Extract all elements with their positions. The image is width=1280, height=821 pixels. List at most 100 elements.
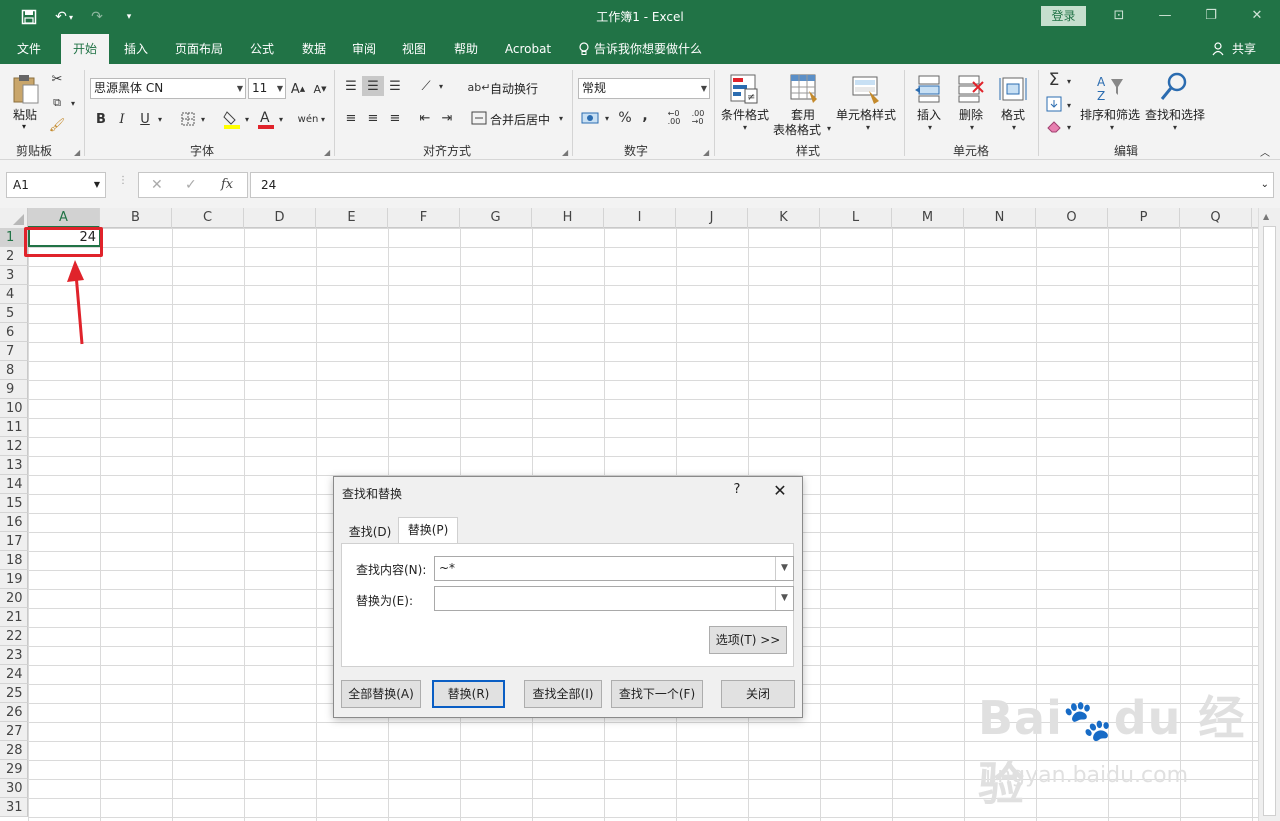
font-color-icon[interactable]: A xyxy=(256,108,276,130)
formula-input[interactable]: 24 ⌄ xyxy=(250,172,1274,198)
column-header-f[interactable]: F xyxy=(388,208,460,228)
find-dropdown-icon[interactable]: ▾ xyxy=(1170,122,1180,132)
row-header-9[interactable]: 9 xyxy=(0,380,28,399)
fill-down-dropdown-icon[interactable]: ▾ xyxy=(1064,96,1074,114)
decrease-decimal-icon[interactable]: .00 →0 xyxy=(688,108,708,128)
chevron-down-icon[interactable]: ▼ xyxy=(775,587,793,610)
tab-help[interactable]: 帮助 xyxy=(446,34,486,64)
underline-button[interactable]: U xyxy=(137,110,153,128)
find-next-button[interactable]: 查找下一个(F) xyxy=(611,680,703,708)
name-box[interactable]: A1 ▼ xyxy=(6,172,106,198)
delete-button[interactable]: 删除 xyxy=(959,106,983,123)
tab-data[interactable]: 数据 xyxy=(294,34,334,64)
sort-dropdown-icon[interactable]: ▾ xyxy=(1107,122,1117,132)
conditional-dropdown-icon[interactable]: ▾ xyxy=(740,122,750,132)
row-header-11[interactable]: 11 xyxy=(0,418,28,437)
format-button[interactable]: 格式 xyxy=(1001,106,1025,123)
format-cells-icon[interactable] xyxy=(998,72,1028,106)
font-size-select[interactable]: 11 ▼ xyxy=(248,78,286,99)
row-header-5[interactable]: 5 xyxy=(0,304,28,323)
replace-all-button[interactable]: 全部替换(A) xyxy=(341,680,421,708)
format-dropdown-icon[interactable]: ▾ xyxy=(1009,122,1019,132)
tab-formulas[interactable]: 公式 xyxy=(242,34,282,64)
autosum-dropdown-icon[interactable]: ▾ xyxy=(1064,72,1074,90)
tab-acrobat[interactable]: Acrobat xyxy=(498,34,558,64)
find-select-icon[interactable] xyxy=(1158,70,1190,104)
delete-dropdown-icon[interactable]: ▾ xyxy=(967,122,977,132)
sort-filter-icon[interactable]: AZ xyxy=(1094,72,1126,106)
insert-button[interactable]: 插入 xyxy=(917,106,941,123)
column-header-p[interactable]: P xyxy=(1108,208,1180,228)
clipboard-launcher-icon[interactable]: ◢ xyxy=(74,148,80,157)
comma-button[interactable]: , xyxy=(638,106,652,126)
format-as-table-line2[interactable]: 表格格式 xyxy=(773,121,821,138)
row-header-19[interactable]: 19 xyxy=(0,570,28,589)
collapse-ribbon-icon[interactable]: ︿ xyxy=(1258,144,1272,159)
borders-dropdown-icon[interactable]: ▾ xyxy=(198,110,208,128)
share-button[interactable]: 共享 xyxy=(1228,34,1260,64)
chevron-down-icon[interactable]: ▼ xyxy=(775,557,793,580)
row-header-7[interactable]: 7 xyxy=(0,342,28,361)
decrease-indent-icon[interactable]: ⇤ xyxy=(416,108,434,128)
column-header-d[interactable]: D xyxy=(244,208,316,228)
close-button[interactable]: 关闭 xyxy=(721,680,795,708)
increase-indent-icon[interactable]: ⇥ xyxy=(438,108,456,128)
options-button[interactable]: 选项(T) >> xyxy=(709,626,787,654)
underline-dropdown-icon[interactable]: ▾ xyxy=(155,110,165,128)
font-launcher-icon[interactable]: ◢ xyxy=(324,148,330,157)
clear-icon[interactable] xyxy=(1044,116,1064,136)
cell-styles-dropdown-icon[interactable]: ▾ xyxy=(863,122,873,132)
format-painter-icon[interactable]: 🖌 xyxy=(48,116,66,134)
column-header-m[interactable]: M xyxy=(892,208,964,228)
align-center-icon[interactable]: ≡ xyxy=(364,108,382,128)
increase-font-icon[interactable]: A ▲ xyxy=(290,80,306,98)
find-all-button[interactable]: 查找全部(I) xyxy=(524,680,602,708)
column-header-q[interactable]: Q xyxy=(1180,208,1252,228)
column-header-c[interactable]: C xyxy=(172,208,244,228)
row-header-6[interactable]: 6 xyxy=(0,323,28,342)
clear-dropdown-icon[interactable]: ▾ xyxy=(1064,118,1074,136)
wrap-text-icon[interactable]: ab↵ xyxy=(468,78,491,96)
expand-formula-icon[interactable]: ⌄ xyxy=(1261,173,1269,197)
column-header-a[interactable]: A xyxy=(28,208,100,228)
conditional-formatting-button[interactable]: 条件格式 xyxy=(721,106,769,123)
column-header-o[interactable]: O xyxy=(1036,208,1108,228)
align-right-icon[interactable]: ≡ xyxy=(386,108,404,128)
insert-dropdown-icon[interactable]: ▾ xyxy=(925,122,935,132)
fill-down-icon[interactable] xyxy=(1044,94,1064,114)
ribbon-display-icon[interactable]: ⊡ xyxy=(1108,6,1130,26)
format-as-table-icon[interactable] xyxy=(788,72,820,106)
minimize-icon[interactable]: — xyxy=(1154,6,1176,26)
increase-decimal-icon[interactable]: ←0.00 xyxy=(664,108,684,128)
row-header-4[interactable]: 4 xyxy=(0,285,28,304)
phonetic-dropdown-icon[interactable]: ▾ xyxy=(318,110,328,128)
percent-button[interactable]: % xyxy=(616,108,634,128)
row-header-31[interactable]: 31 xyxy=(0,798,28,817)
fill-dropdown-icon[interactable]: ▾ xyxy=(242,110,252,128)
insert-function-button[interactable]: fx xyxy=(221,177,233,192)
row-header-25[interactable]: 25 xyxy=(0,684,28,703)
align-left-icon[interactable]: ≡ xyxy=(342,108,360,128)
scroll-up-icon[interactable]: ▲ xyxy=(1263,212,1269,221)
replace-with-input[interactable]: ▼ xyxy=(434,586,794,611)
tab-home[interactable]: 开始 xyxy=(61,34,109,64)
row-header-12[interactable]: 12 xyxy=(0,437,28,456)
insert-cells-icon[interactable] xyxy=(914,72,944,106)
alignment-launcher-icon[interactable]: ◢ xyxy=(562,148,568,157)
orientation-icon[interactable]: ⟋ xyxy=(416,76,436,96)
column-header-g[interactable]: G xyxy=(460,208,532,228)
font-color-dropdown-icon[interactable]: ▾ xyxy=(276,110,286,128)
cell-styles-button[interactable]: 单元格样式 xyxy=(836,106,896,123)
row-header-27[interactable]: 27 xyxy=(0,722,28,741)
cancel-icon[interactable]: ✕ xyxy=(151,177,163,193)
row-header-30[interactable]: 30 xyxy=(0,779,28,798)
find-select-button[interactable]: 查找和选择 xyxy=(1145,106,1205,123)
row-header-29[interactable]: 29 xyxy=(0,760,28,779)
column-header-h[interactable]: H xyxy=(532,208,604,228)
bold-button[interactable]: B xyxy=(93,110,109,128)
dialog-help-button[interactable]: ? xyxy=(730,482,744,497)
decrease-font-icon[interactable]: A ▼ xyxy=(312,80,328,98)
find-what-input[interactable]: ~* ▼ xyxy=(434,556,794,581)
tab-find[interactable]: 查找(D) xyxy=(342,519,398,544)
share-user-icon[interactable] xyxy=(1210,34,1226,64)
